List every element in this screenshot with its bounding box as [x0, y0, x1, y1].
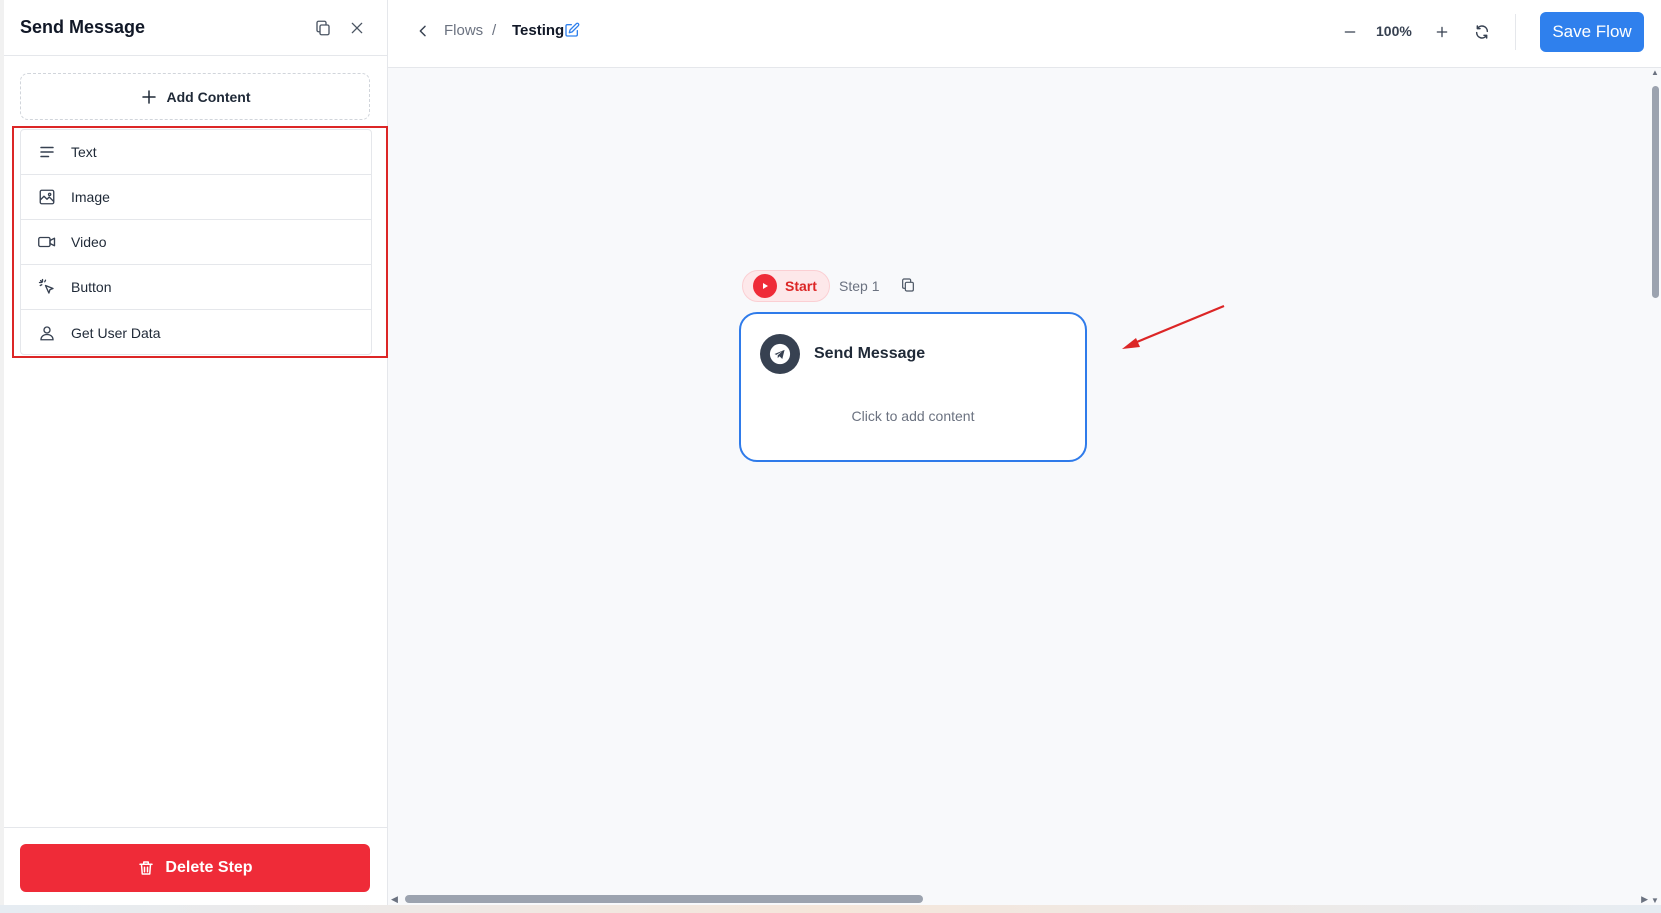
text-lines-icon — [37, 142, 57, 162]
scroll-down-arrow[interactable]: ▼ — [1651, 896, 1659, 905]
send-message-node[interactable]: Send Message Click to add content — [739, 312, 1087, 462]
save-flow-button[interactable]: Save Flow — [1540, 12, 1644, 52]
annotation-arrow — [1122, 304, 1225, 349]
cursor-click-icon — [37, 277, 57, 297]
video-icon — [37, 232, 57, 252]
plus-icon — [141, 89, 156, 104]
telegram-send-icon — [760, 334, 800, 374]
edit-icon[interactable] — [564, 22, 582, 40]
zoom-level: 100% — [1376, 23, 1412, 39]
flow-canvas[interactable]: Start Step 1 Send Message Click to add c… — [388, 68, 1661, 905]
horizontal-scroll-thumb[interactable] — [405, 895, 923, 903]
horizontal-scrollbar[interactable]: ◀ ▶ — [388, 892, 1650, 905]
vertical-scrollbar[interactable]: ▲ ▼ — [1650, 68, 1661, 905]
content-item-video[interactable]: Video — [21, 220, 371, 265]
content-item-label: Button — [71, 279, 112, 295]
scroll-left-arrow[interactable]: ◀ — [391, 894, 398, 905]
start-badge[interactable]: Start — [742, 270, 830, 302]
content-item-button[interactable]: Button — [21, 265, 371, 310]
step-editor-sidebar: Send Message Add Content Text Image Vide… — [0, 0, 388, 913]
breadcrumb-separator: / — [492, 22, 497, 39]
content-item-label: Video — [71, 234, 107, 250]
node-title: Send Message — [814, 345, 926, 362]
sidebar-title: Send Message — [20, 17, 146, 37]
play-icon — [753, 274, 777, 298]
user-icon — [37, 323, 57, 343]
content-item-text[interactable]: Text — [21, 130, 371, 175]
vertical-scroll-thumb[interactable] — [1652, 86, 1659, 298]
add-content-hint[interactable]: Click to add content — [741, 408, 1085, 424]
close-icon[interactable] — [343, 14, 371, 42]
trash-icon — [139, 861, 154, 875]
image-icon — [37, 187, 57, 207]
toolbar-divider — [1515, 14, 1516, 50]
scroll-up-arrow[interactable]: ▲ — [1651, 68, 1659, 77]
delete-step-button[interactable]: Delete Step — [20, 844, 370, 892]
step-label: Step 1 — [839, 278, 880, 294]
sidebar-footer: Delete Step — [4, 827, 387, 913]
breadcrumb-flows-link[interactable]: Flows — [444, 22, 483, 39]
content-item-label: Image — [71, 189, 110, 205]
add-content-button[interactable]: Add Content — [20, 73, 370, 120]
content-item-get-user-data[interactable]: Get User Data — [21, 310, 371, 354]
content-item-label: Text — [71, 144, 97, 160]
content-item-image[interactable]: Image — [21, 175, 371, 220]
zoom-out-icon[interactable] — [1338, 20, 1362, 44]
flow-toolbar: Flows / Testing 100% Save Flow — [388, 0, 1661, 68]
zoom-in-icon[interactable] — [1430, 20, 1454, 44]
copy-icon[interactable] — [900, 277, 918, 295]
taskbar-edge — [0, 905, 1661, 913]
copy-icon[interactable] — [309, 14, 337, 42]
content-item-label: Get User Data — [71, 324, 161, 341]
chevron-left-icon[interactable] — [412, 20, 434, 42]
flow-name: Testing — [512, 22, 565, 39]
add-content-label: Add Content — [166, 88, 251, 105]
sidebar-header: Send Message — [4, 0, 387, 56]
start-label: Start — [785, 278, 817, 294]
content-type-menu: Text Image Video Button Get User Data — [20, 129, 372, 355]
reset-view-icon[interactable] — [1470, 20, 1494, 44]
delete-step-label: Delete Step — [165, 859, 253, 876]
scroll-right-arrow[interactable]: ▶ — [1641, 894, 1648, 905]
